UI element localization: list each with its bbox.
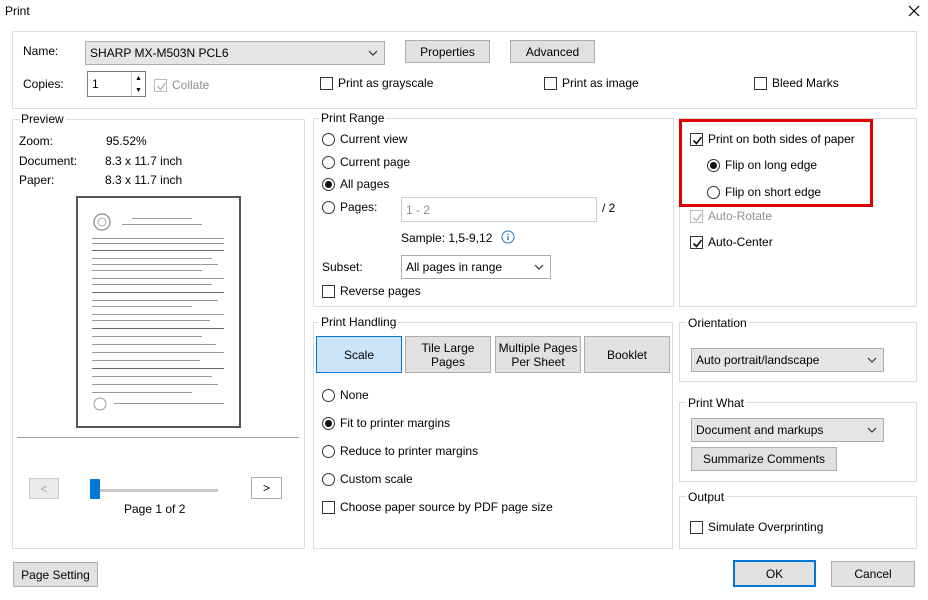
auto-rotate-checkbox[interactable]: Auto-Rotate: [690, 209, 772, 223]
scale-none-radio[interactable]: None: [322, 388, 369, 402]
name-label: Name:: [23, 44, 59, 58]
simulate-overprinting-label: Simulate Overprinting: [708, 520, 824, 534]
auto-rotate-label: Auto-Rotate: [708, 209, 773, 223]
bleed-marks-label: Bleed Marks: [772, 76, 839, 90]
paper-source-checkbox[interactable]: Choose paper source by PDF page size: [322, 500, 553, 514]
preview-divider: [17, 437, 299, 438]
auto-center-label: Auto-Center: [708, 235, 773, 249]
tab-booklet[interactable]: Booklet: [584, 336, 670, 373]
ok-button[interactable]: OK: [733, 560, 816, 587]
spin-up-icon[interactable]: ▲: [132, 72, 145, 84]
print-range-legend: Print Range: [319, 111, 387, 125]
reduce-to-margins-radio[interactable]: Reduce to printer margins: [322, 444, 478, 458]
window-title: Print: [5, 4, 30, 18]
spin-down-icon[interactable]: ▼: [132, 84, 145, 96]
subset-label: Subset:: [322, 260, 363, 274]
output-legend: Output: [686, 490, 727, 504]
paper-label: Paper:: [19, 173, 55, 187]
custom-scale-radio[interactable]: Custom scale: [322, 472, 413, 486]
chevron-down-icon: [534, 264, 544, 270]
seal-icon: [93, 213, 111, 231]
chevron-down-icon: [368, 50, 378, 56]
orientation-select[interactable]: Auto portrait/landscape: [691, 348, 884, 372]
tab-scale[interactable]: Scale: [316, 336, 402, 373]
simulate-overprinting-checkbox[interactable]: Simulate Overprinting: [690, 520, 823, 534]
chevron-down-icon: [867, 357, 877, 363]
paper-source-label: Choose paper source by PDF page size: [340, 500, 553, 514]
advanced-button[interactable]: Advanced: [510, 40, 595, 63]
chevron-down-icon: [867, 427, 877, 433]
orientation-select-value: Auto portrait/landscape: [696, 353, 820, 367]
all-pages-radio[interactable]: All pages: [322, 177, 389, 191]
pages-radio[interactable]: Pages:: [322, 200, 377, 214]
print-what-select[interactable]: Document and markups: [691, 418, 884, 442]
collate-label: Collate: [172, 78, 210, 92]
current-view-label: Current view: [340, 132, 408, 146]
properties-button[interactable]: Properties: [405, 40, 490, 63]
reverse-pages-label: Reverse pages: [340, 284, 421, 298]
subset-select-value: All pages in range: [406, 260, 503, 274]
custom-scale-label: Custom scale: [340, 472, 413, 486]
info-icon[interactable]: [501, 230, 515, 244]
flip-long-edge-label: Flip on long edge: [725, 158, 818, 172]
flip-short-edge-label: Flip on short edge: [725, 185, 822, 199]
signature-seal-icon: [93, 397, 107, 411]
flip-long-edge-radio[interactable]: Flip on long edge: [707, 158, 817, 172]
page-preview-thumbnail: [76, 196, 241, 428]
grayscale-checkbox[interactable]: Print as grayscale: [320, 76, 433, 90]
paper-value: 8.3 x 11.7 inch: [105, 173, 183, 187]
pages-input[interactable]: 1 - 2: [401, 197, 597, 222]
next-page-button[interactable]: >: [251, 477, 282, 499]
print-as-image-checkbox[interactable]: Print as image: [544, 76, 639, 90]
page-slider-track[interactable]: [90, 489, 218, 492]
bleed-marks-checkbox[interactable]: Bleed Marks: [754, 76, 839, 90]
zoom-value: 95.52%: [106, 134, 147, 148]
zoom-label: Zoom:: [19, 134, 54, 148]
printer-select[interactable]: SHARP MX-M503N PCL6: [85, 41, 385, 65]
preview-legend: Preview: [19, 112, 66, 126]
previous-page-button[interactable]: <: [29, 478, 59, 499]
page-indicator: Page 1 of 2: [124, 502, 186, 516]
tab-tile-large-pages[interactable]: Tile Large Pages: [405, 336, 491, 373]
copies-label: Copies:: [23, 77, 64, 91]
summarize-comments-button[interactable]: Summarize Comments: [691, 447, 837, 471]
both-sides-label: Print on both sides of paper: [708, 132, 855, 146]
collate-checkbox[interactable]: Collate: [154, 78, 209, 92]
current-page-radio[interactable]: Current page: [322, 155, 410, 169]
printer-select-value: SHARP MX-M503N PCL6: [90, 46, 229, 60]
copies-stepper[interactable]: 1 ▲ ▼: [87, 71, 146, 97]
copies-value: 1: [92, 77, 99, 91]
scale-none-label: None: [340, 388, 369, 402]
current-view-radio[interactable]: Current view: [322, 132, 407, 146]
page-setting-button[interactable]: Page Setting: [13, 562, 98, 587]
reverse-pages-checkbox[interactable]: Reverse pages: [322, 284, 421, 298]
print-as-image-label: Print as image: [562, 76, 639, 90]
document-value: 8.3 x 11.7 inch: [105, 154, 183, 168]
current-page-label: Current page: [340, 155, 411, 169]
grayscale-label: Print as grayscale: [338, 76, 434, 90]
print-what-select-value: Document and markups: [696, 423, 824, 437]
fit-to-margins-label: Fit to printer margins: [340, 416, 451, 430]
orientation-legend: Orientation: [686, 316, 749, 330]
print-handling-legend: Print Handling: [319, 315, 399, 329]
both-sides-checkbox[interactable]: Print on both sides of paper: [690, 132, 855, 146]
flip-short-edge-radio[interactable]: Flip on short edge: [707, 185, 821, 199]
page-slider-thumb[interactable]: [90, 479, 100, 499]
pages-input-placeholder: 1 - 2: [406, 202, 431, 217]
tab-multiple-pages-per-sheet[interactable]: Multiple Pages Per Sheet: [495, 336, 581, 373]
close-icon[interactable]: [906, 3, 922, 19]
auto-center-checkbox[interactable]: Auto-Center: [690, 235, 773, 249]
sample-text: Sample: 1,5-9,12: [401, 231, 493, 245]
reduce-to-margins-label: Reduce to printer margins: [340, 444, 479, 458]
all-pages-label: All pages: [340, 177, 390, 191]
pages-label: Pages:: [340, 200, 378, 214]
subset-select[interactable]: All pages in range: [401, 255, 551, 279]
print-what-legend: Print What: [686, 396, 747, 410]
cancel-button[interactable]: Cancel: [831, 561, 915, 587]
document-label: Document:: [19, 154, 78, 168]
pages-total: / 2: [602, 201, 616, 215]
fit-to-margins-radio[interactable]: Fit to printer margins: [322, 416, 450, 430]
